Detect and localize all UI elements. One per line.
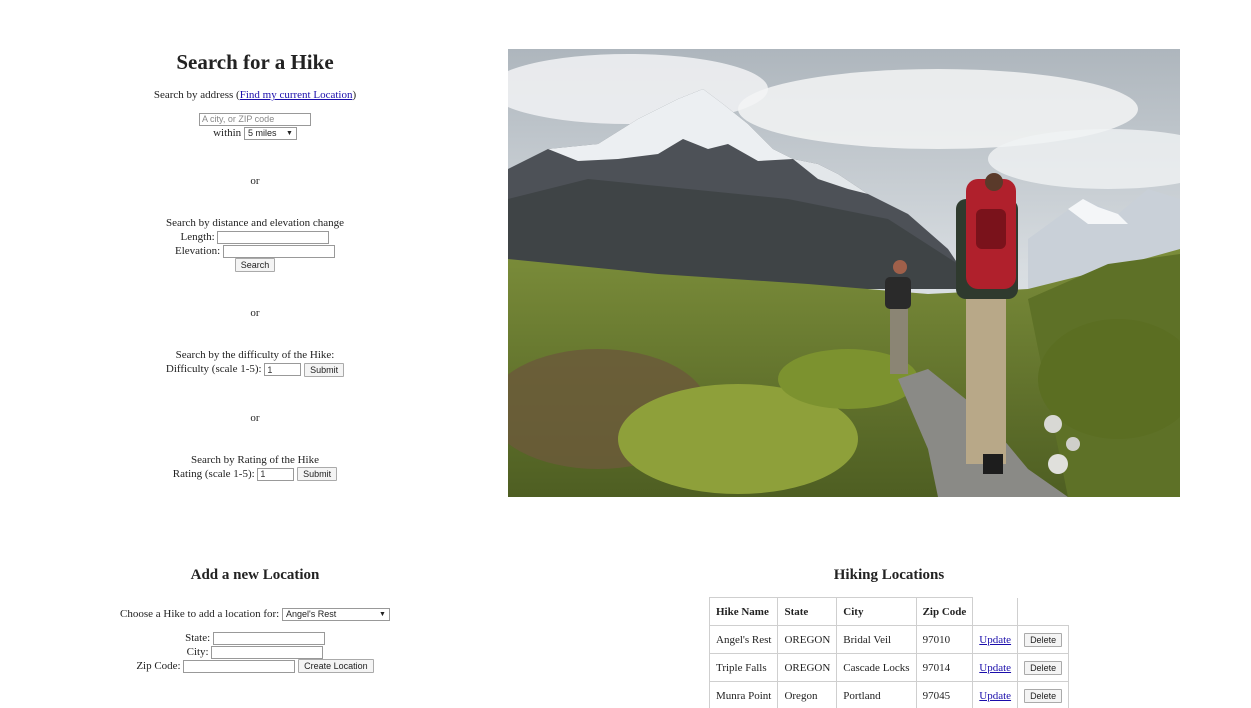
cell-hike-name: Munra Point bbox=[708, 681, 779, 708]
cell-update: Update bbox=[972, 681, 1019, 708]
table-row: Triple Falls OREGON Cascade Locks 97014 … bbox=[708, 653, 1070, 682]
rating-heading: Search by Rating of the Hike bbox=[191, 453, 319, 466]
difficulty-heading: Search by the difficulty of the Hike: bbox=[175, 349, 335, 362]
add-location-panel: Add a new Location Choose a Hike to add … bbox=[105, 565, 405, 674]
rating-row: Rating (scale 1-5): Submit bbox=[105, 467, 405, 482]
search-title: Search for a Hike bbox=[176, 50, 334, 74]
column-header-empty bbox=[972, 597, 1018, 626]
city-label: City: bbox=[186, 646, 209, 658]
rating-submit-button[interactable]: Submit bbox=[297, 467, 338, 482]
difficulty-label: Difficulty (scale 1-5): bbox=[165, 363, 262, 376]
caret-down-icon: ▼ bbox=[379, 610, 386, 618]
cell-hike-name: Triple Falls bbox=[708, 653, 779, 682]
difficulty-row: Difficulty (scale 1-5): Submit bbox=[105, 362, 405, 377]
cell-update: Update bbox=[972, 653, 1019, 682]
hiking-locations-table: Hike Name State City Zip Code Angel's Re… bbox=[708, 597, 1070, 708]
address-input-row bbox=[105, 112, 405, 126]
search-button-row: Search bbox=[105, 258, 405, 273]
address-prefix: Search by address ( bbox=[153, 89, 240, 101]
page: Search for a Hike Search by address (Fin… bbox=[0, 0, 1251, 708]
hiking-locations-panel: Hiking Locations Hike Name State City Zi… bbox=[708, 565, 1070, 708]
search-button[interactable]: Search bbox=[234, 258, 276, 273]
within-select[interactable]: 5 miles ▼ bbox=[243, 126, 297, 140]
elevation-row: Elevation: bbox=[105, 244, 405, 258]
rating-label: Rating (scale 1-5): bbox=[172, 467, 255, 480]
create-location-button[interactable]: Create Location bbox=[298, 659, 374, 674]
state-label: State: bbox=[185, 632, 211, 644]
column-header-state: State bbox=[777, 597, 838, 626]
add-location-title: Add a new Location bbox=[190, 567, 320, 583]
hikers-mountain-illustration bbox=[508, 49, 1180, 497]
hiking-hero-image bbox=[508, 49, 1180, 497]
difficulty-submit-button[interactable]: Submit bbox=[304, 362, 345, 377]
table-header-row: Hike Name State City Zip Code bbox=[708, 597, 1069, 626]
within-select-value: 5 miles bbox=[247, 127, 277, 138]
cell-zip: 97014 bbox=[915, 653, 974, 682]
or-divider-3: or bbox=[250, 411, 260, 424]
find-location-link[interactable]: Find my current Location bbox=[240, 89, 353, 101]
cell-city: Cascade Locks bbox=[836, 653, 917, 682]
zip-input[interactable] bbox=[183, 659, 296, 673]
cell-delete: Delete bbox=[1017, 681, 1070, 708]
length-row: Length: bbox=[105, 230, 405, 244]
search-panel: Search for a Hike Search by address (Fin… bbox=[105, 48, 405, 482]
elevation-label: Elevation: bbox=[175, 245, 221, 257]
cell-city: Bridal Veil bbox=[836, 625, 917, 654]
delete-button[interactable]: Delete bbox=[1024, 632, 1063, 647]
rating-input[interactable] bbox=[257, 467, 295, 481]
choose-hike-value: Angel's Rest bbox=[285, 608, 337, 619]
cell-zip: 97045 bbox=[915, 681, 974, 708]
city-row: City: bbox=[105, 645, 405, 659]
table-row: Angel's Rest OREGON Bridal Veil 97010 Up… bbox=[708, 625, 1070, 654]
table-row: Munra Point Oregon Portland 97045 Update… bbox=[708, 681, 1070, 708]
cell-hike-name: Angel's Rest bbox=[708, 625, 779, 654]
delete-button[interactable]: Delete bbox=[1024, 660, 1063, 675]
address-suffix: ) bbox=[352, 89, 357, 101]
add-spacer bbox=[105, 621, 405, 631]
zip-label: Zip Code: bbox=[136, 660, 181, 672]
column-header-zip: Zip Code bbox=[915, 597, 974, 626]
cell-delete: Delete bbox=[1017, 625, 1070, 654]
cell-state: OREGON bbox=[777, 625, 838, 654]
choose-hike-select[interactable]: Angel's Rest ▼ bbox=[281, 607, 390, 621]
cell-city: Portland bbox=[836, 681, 917, 708]
cell-state: Oregon bbox=[777, 681, 838, 708]
column-header-empty bbox=[1017, 597, 1069, 626]
or-divider-2: or bbox=[250, 307, 260, 320]
address-input[interactable] bbox=[199, 112, 311, 126]
choose-hike-row: Choose a Hike to add a location for: Ang… bbox=[105, 607, 405, 621]
cell-delete: Delete bbox=[1017, 653, 1070, 682]
distance-heading: Search by distance and elevation change bbox=[165, 217, 345, 229]
or-divider-1: or bbox=[250, 175, 260, 187]
column-header-city: City bbox=[836, 597, 917, 626]
update-link[interactable]: Update bbox=[979, 690, 1011, 702]
zip-row: Zip Code: Create Location bbox=[105, 659, 405, 674]
cell-zip: 97010 bbox=[915, 625, 974, 654]
within-label: within bbox=[213, 127, 242, 139]
update-link[interactable]: Update bbox=[979, 662, 1011, 674]
cell-update: Update bbox=[972, 625, 1019, 654]
within-row: within 5 miles ▼ bbox=[105, 126, 405, 140]
state-row: State: bbox=[105, 631, 405, 645]
address-row: Search by address (Find my current Locat… bbox=[105, 88, 405, 102]
difficulty-input[interactable] bbox=[264, 363, 302, 377]
length-label: Length: bbox=[180, 231, 215, 243]
hiking-locations-title: Hiking Locations bbox=[833, 567, 945, 583]
cell-state: OREGON bbox=[777, 653, 838, 682]
state-input[interactable] bbox=[212, 631, 325, 645]
city-input[interactable] bbox=[211, 645, 324, 659]
column-header-hike-name: Hike Name bbox=[708, 597, 779, 626]
elevation-input[interactable] bbox=[222, 244, 335, 258]
update-link[interactable]: Update bbox=[979, 634, 1011, 646]
delete-button[interactable]: Delete bbox=[1024, 688, 1063, 703]
length-input[interactable] bbox=[217, 230, 330, 244]
choose-hike-label: Choose a Hike to add a location for: bbox=[120, 608, 280, 620]
caret-down-icon: ▼ bbox=[286, 129, 293, 137]
